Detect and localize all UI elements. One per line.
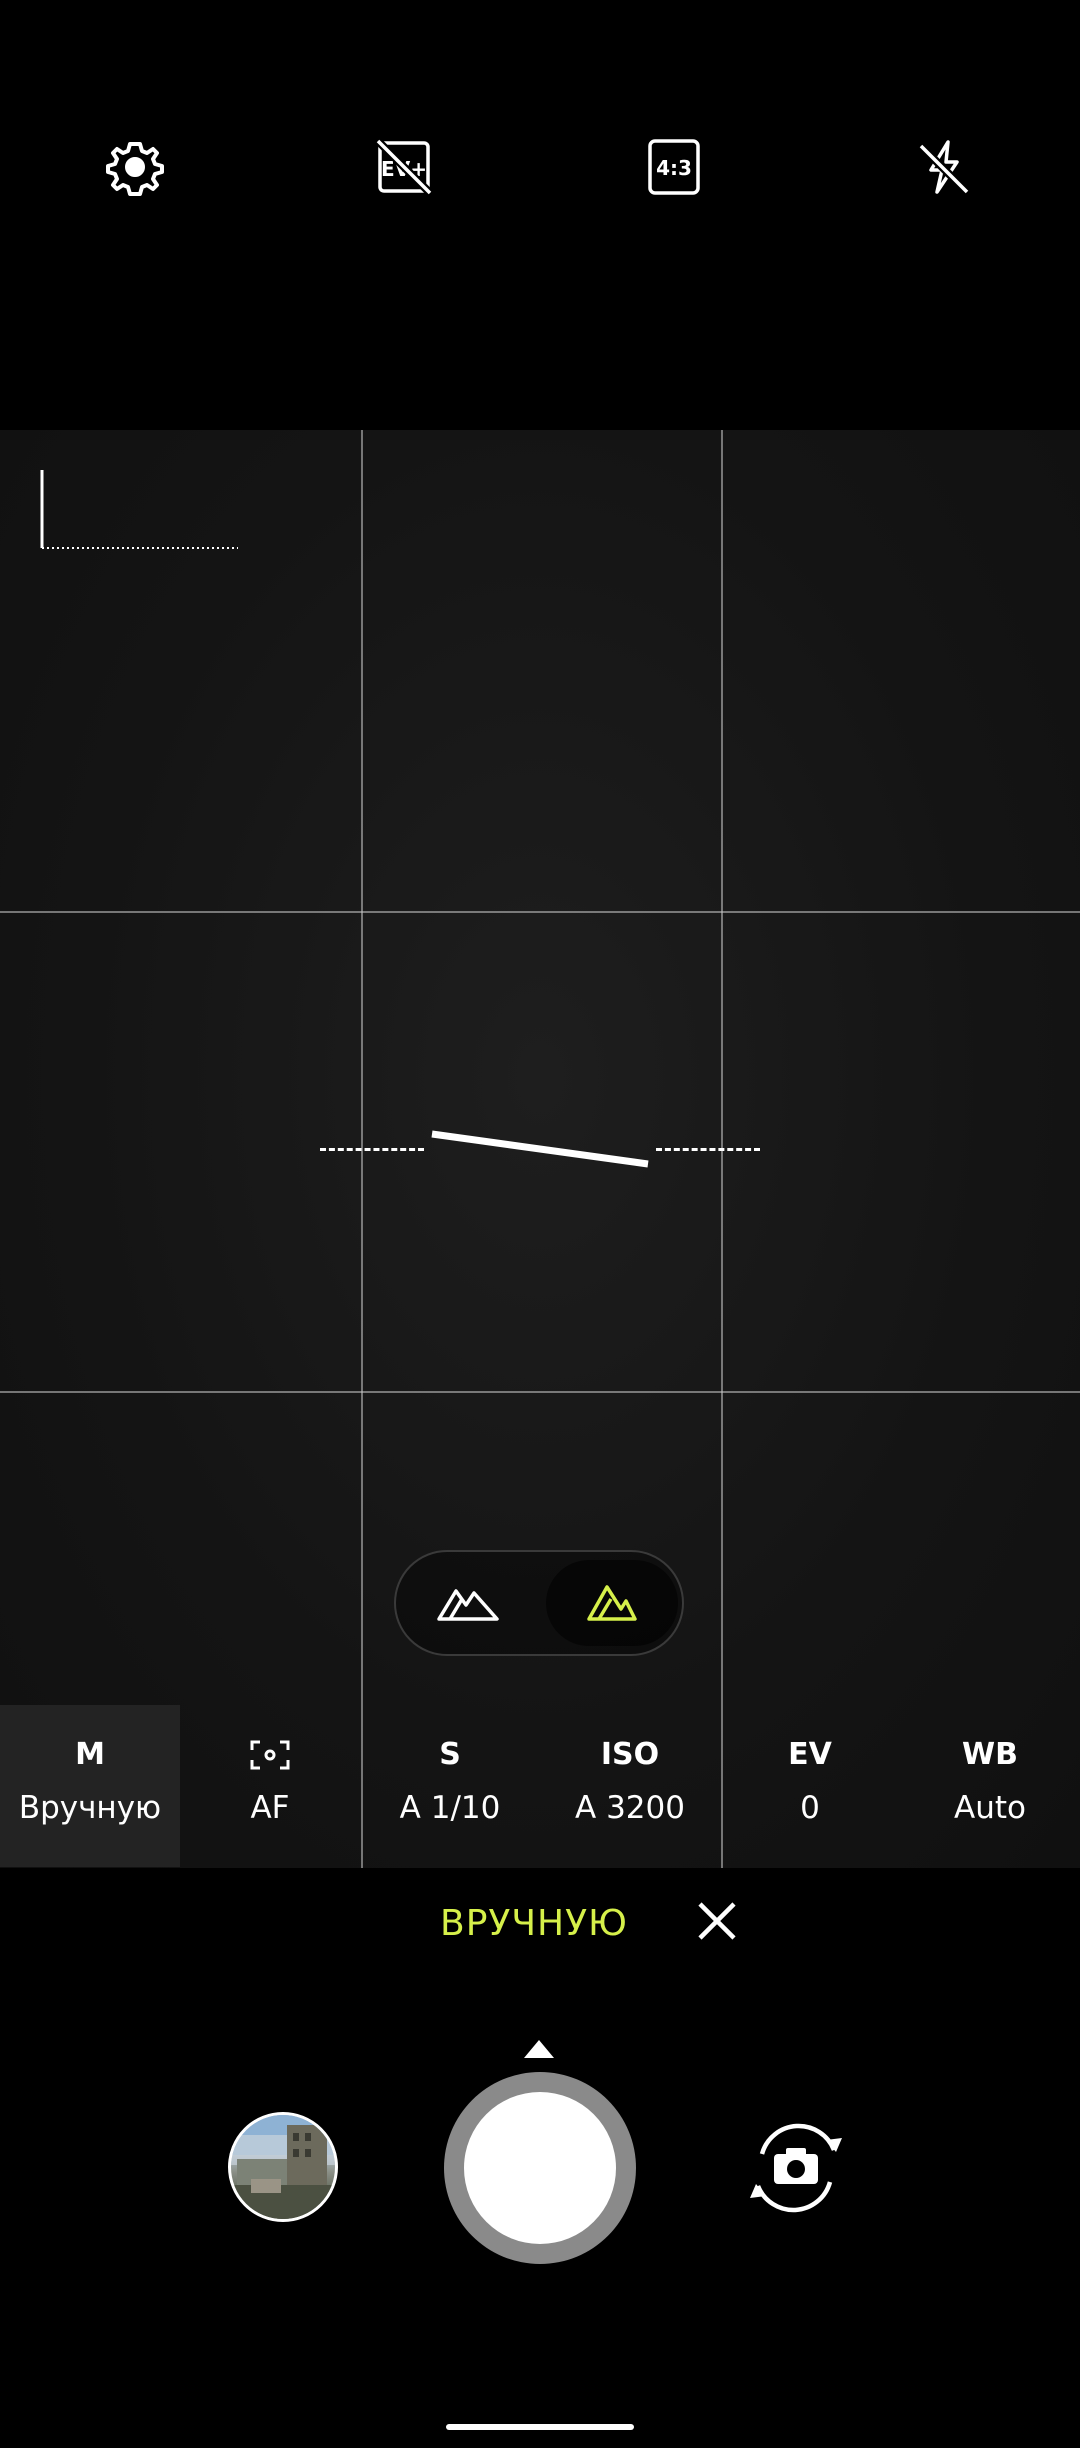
shutter-value: A 1/10	[399, 1790, 501, 1826]
aspect-ratio-label: 4:3	[656, 156, 692, 180]
shutter-button[interactable]	[464, 2092, 616, 2244]
shutter-speed-setting[interactable]: S A 1/10	[360, 1705, 540, 1867]
switch-camera-icon[interactable]	[738, 2110, 854, 2226]
flash-off-icon[interactable]	[915, 138, 973, 196]
mode-setting[interactable]: M Вручную	[0, 1705, 180, 1867]
iso-value: A 3200	[575, 1790, 685, 1826]
shutter-key: S	[439, 1737, 461, 1772]
iso-setting[interactable]: ISO A 3200	[540, 1705, 720, 1867]
standard-lens-icon[interactable]	[546, 1560, 678, 1646]
level-indicator-left	[320, 1148, 424, 1151]
photo-preview	[231, 2115, 335, 2219]
grid-line	[0, 1391, 1080, 1393]
ev-key: EV	[788, 1737, 832, 1772]
shutter-button-ring[interactable]	[444, 2072, 636, 2264]
wb-setting[interactable]: WB Auto	[900, 1705, 1080, 1867]
lens-selector	[394, 1550, 684, 1656]
manual-mode-label[interactable]: ВРУЧНУЮ	[440, 1902, 628, 1946]
grid-line	[0, 911, 1080, 913]
wb-key: WB	[962, 1737, 1018, 1772]
wb-value: Auto	[954, 1790, 1026, 1826]
aspect-ratio-icon[interactable]: 4:3	[645, 138, 703, 196]
ev-off-icon[interactable]: EV+	[375, 138, 433, 196]
af-setting[interactable]: AF	[180, 1705, 360, 1867]
ev-setting[interactable]: EV 0	[720, 1705, 900, 1867]
level-indicator-right	[656, 1148, 760, 1151]
histogram	[40, 470, 240, 552]
iso-key: ISO	[600, 1737, 660, 1772]
chevron-up-icon[interactable]	[524, 2040, 554, 2058]
level-indicator-line	[431, 1130, 649, 1168]
gear-icon[interactable]	[106, 138, 164, 196]
camera-viewfinder[interactable]	[0, 430, 1080, 1868]
mode-value: Вручную	[18, 1790, 162, 1826]
home-indicator[interactable]	[446, 2424, 634, 2430]
ev-value: 0	[800, 1790, 820, 1826]
gallery-thumbnail[interactable]	[228, 2112, 338, 2222]
mode-key: M	[75, 1737, 105, 1772]
af-value: AF	[250, 1790, 290, 1826]
wide-angle-lens-icon[interactable]	[402, 1560, 534, 1646]
close-icon[interactable]	[694, 1898, 740, 1944]
focus-frame-icon	[250, 1735, 290, 1775]
